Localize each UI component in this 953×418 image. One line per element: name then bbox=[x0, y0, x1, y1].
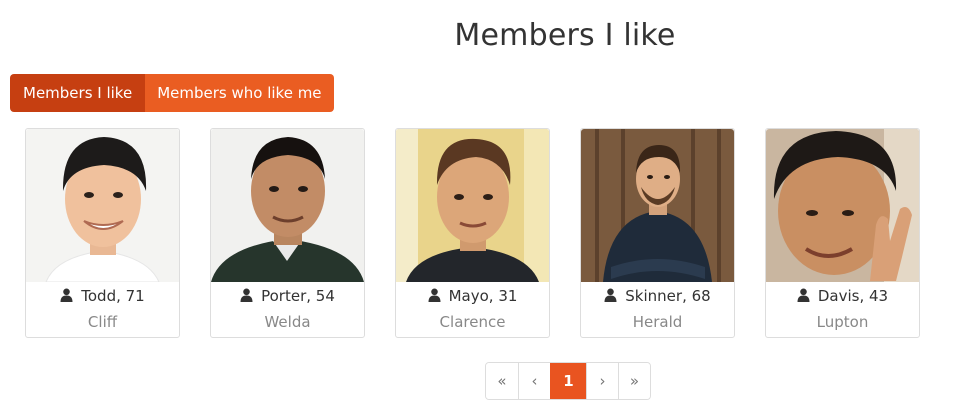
user-icon bbox=[604, 288, 617, 302]
member-city: Welda bbox=[264, 313, 311, 331]
user-icon bbox=[240, 288, 253, 302]
user-icon bbox=[428, 288, 441, 302]
member-name-age: Skinner, 68 bbox=[625, 287, 711, 305]
member-card[interactable]: Mayo, 31 Clarence bbox=[395, 128, 550, 338]
member-city: Lupton bbox=[816, 313, 869, 331]
pagination: « ‹ 1 › » bbox=[485, 362, 651, 400]
member-name-age: Davis, 43 bbox=[817, 287, 889, 305]
pagination-next-button[interactable]: › bbox=[586, 363, 618, 399]
member-photo[interactable] bbox=[26, 129, 179, 282]
pagination-first-button[interactable]: « bbox=[486, 363, 518, 399]
member-photo[interactable] bbox=[766, 129, 919, 282]
member-city: Herald bbox=[632, 313, 683, 331]
members-tab-group: Members I like Members who like me bbox=[10, 74, 334, 112]
member-card[interactable]: Skinner, 68 Herald bbox=[580, 128, 735, 338]
pagination-page-1[interactable]: 1 bbox=[550, 363, 586, 399]
member-name-age: Mayo, 31 bbox=[448, 287, 518, 305]
member-photo[interactable] bbox=[396, 129, 549, 282]
member-card[interactable]: Todd, 71 Cliff bbox=[25, 128, 180, 338]
page-title: Members I like bbox=[454, 18, 676, 53]
user-icon bbox=[797, 288, 810, 302]
member-card[interactable]: Porter, 54 Welda bbox=[210, 128, 365, 338]
member-name-age: Porter, 54 bbox=[261, 287, 335, 305]
pagination-prev-button[interactable]: ‹ bbox=[518, 363, 550, 399]
pagination-last-button[interactable]: » bbox=[618, 363, 650, 399]
member-card[interactable]: Davis, 43 Lupton bbox=[765, 128, 920, 338]
tab-members-i-like[interactable]: Members I like bbox=[10, 74, 146, 112]
user-icon bbox=[60, 288, 73, 302]
member-city: Cliff bbox=[87, 313, 118, 331]
member-name-age: Todd, 71 bbox=[81, 287, 145, 305]
member-photo[interactable] bbox=[211, 129, 364, 282]
tab-members-who-like-me[interactable]: Members who like me bbox=[145, 74, 334, 112]
member-photo[interactable] bbox=[581, 129, 734, 282]
member-city: Clarence bbox=[439, 313, 506, 331]
